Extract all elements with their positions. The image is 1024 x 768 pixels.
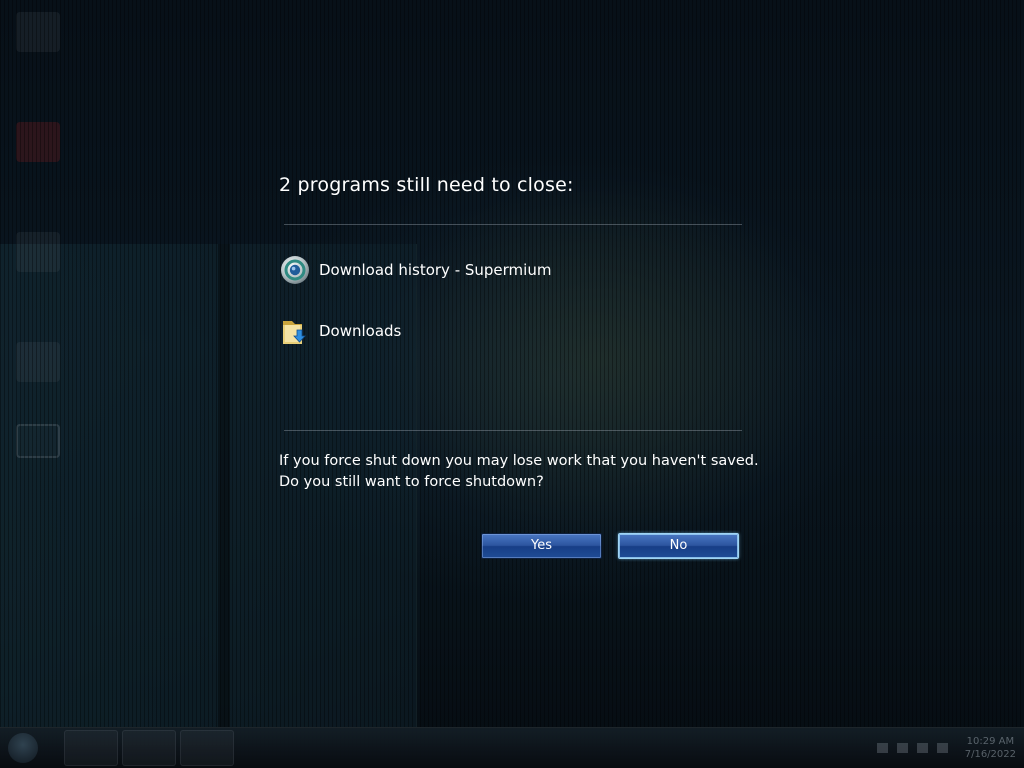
desktop-icon-recycle-bin	[16, 12, 60, 52]
program-list-item: Downloads	[280, 315, 401, 347]
divider-top	[284, 224, 742, 225]
taskbar-pinned-app[interactable]	[64, 730, 118, 766]
dialog-title: 2 programs still need to close:	[279, 174, 574, 196]
supermium-browser-icon	[281, 256, 309, 284]
yes-button[interactable]: Yes	[481, 533, 602, 559]
desktop-icon-computer	[16, 424, 60, 458]
desktop-icon-shortcut	[16, 342, 60, 382]
taskbar: 10:29 AM 7/16/2022	[0, 727, 1024, 768]
background-window-divider	[218, 244, 230, 728]
taskbar-supermium-button[interactable]	[180, 730, 234, 766]
desktop-screen: 2 programs still need to close: Download…	[0, 0, 1024, 768]
no-button[interactable]: No	[618, 533, 739, 559]
desktop-icon-folder	[16, 232, 60, 272]
network-icon[interactable]	[916, 743, 928, 753]
program-name: Download history - Supermium	[319, 261, 552, 279]
folder-download-icon	[283, 321, 306, 344]
clock-date: 7/16/2022	[964, 749, 1016, 760]
warning-message: If you force shut down you may lose work…	[279, 451, 759, 493]
warning-message-line: Do you still want to force shutdown?	[279, 474, 544, 490]
program-name: Downloads	[319, 322, 402, 340]
desktop-icon-app	[16, 122, 60, 162]
system-tray: 10:29 AM 7/16/2022	[876, 734, 1016, 762]
start-button[interactable]	[8, 733, 38, 763]
clock-time: 10:29 AM	[966, 736, 1015, 747]
show-hidden-icons-icon[interactable]	[876, 743, 888, 753]
warning-message-line: If you force shut down you may lose work…	[279, 453, 759, 469]
taskbar-clock[interactable]: 10:29 AM 7/16/2022	[965, 735, 1016, 761]
action-center-icon[interactable]	[896, 743, 908, 753]
volume-icon[interactable]	[936, 743, 948, 753]
taskbar-explorer-button[interactable]	[122, 730, 176, 766]
divider-bottom	[284, 430, 742, 431]
program-list-item: Download history - Supermium	[280, 254, 551, 286]
